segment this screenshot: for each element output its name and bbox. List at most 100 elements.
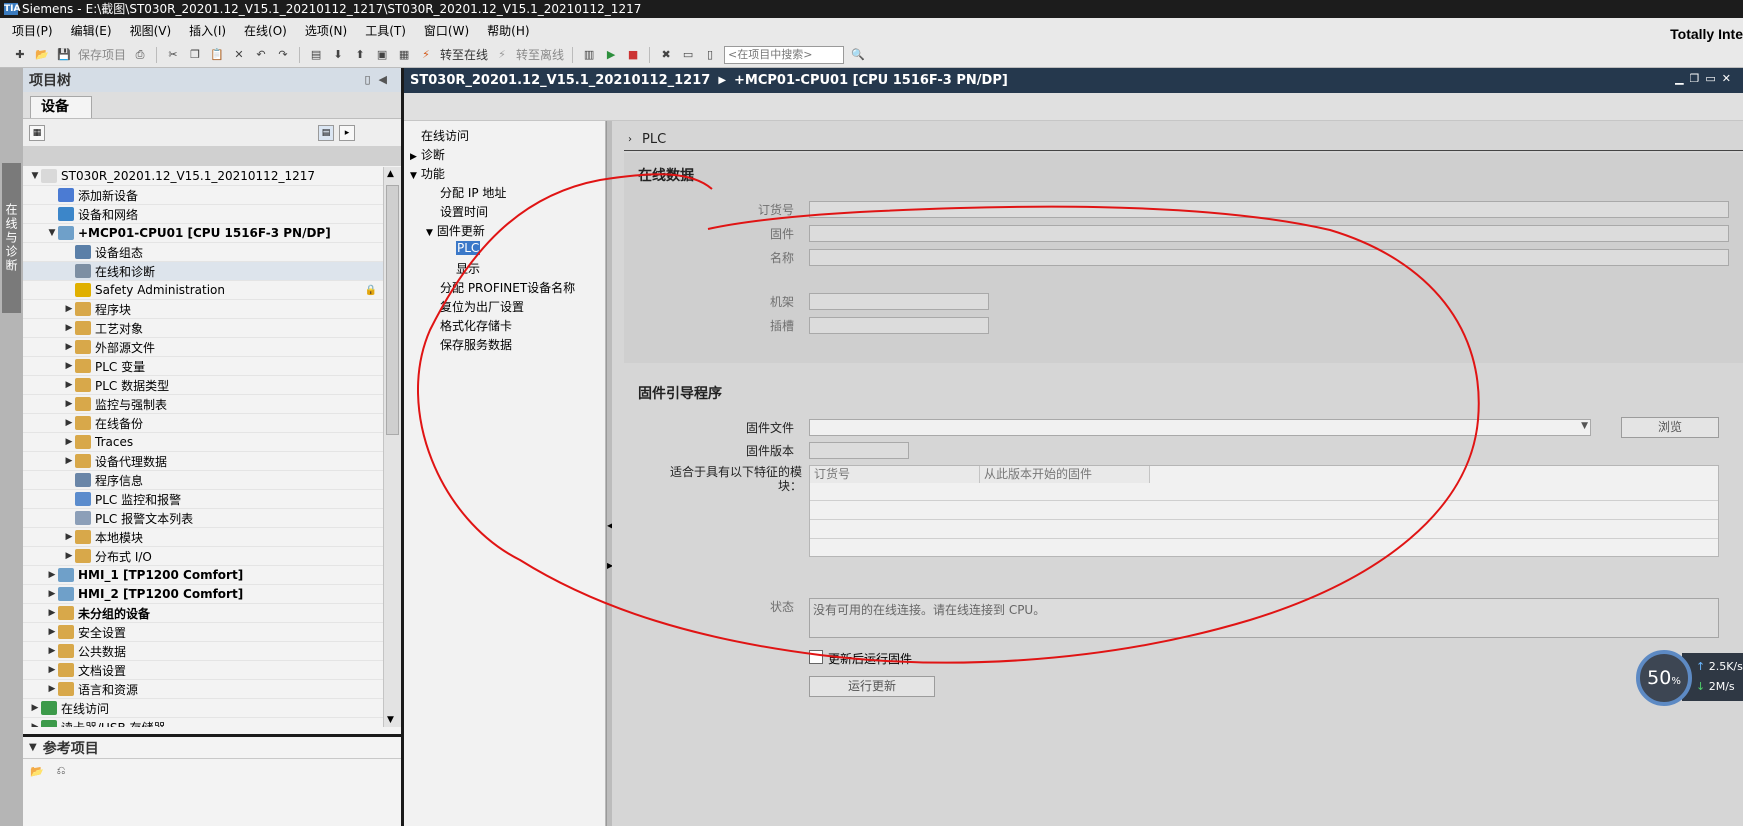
paste-icon[interactable]: 📋 <box>209 47 225 63</box>
expand-icon[interactable]: ▶ <box>63 361 75 371</box>
cross-reference-icon[interactable]: ✖ <box>658 47 674 63</box>
add-element-icon[interactable]: ▸ <box>339 125 355 141</box>
save-icon[interactable]: 💾 <box>56 47 72 63</box>
scroll-up-icon[interactable]: ▲ <box>387 169 394 179</box>
online-diagnostics-vertical-tab[interactable]: 在线与诊断 <box>2 163 21 313</box>
stop-cpu-icon[interactable]: ■ <box>625 47 641 63</box>
delete-icon[interactable]: ✕ <box>231 47 247 63</box>
nav-format-memory-card[interactable]: 格式化存储卡 <box>440 317 512 334</box>
tree-item[interactable]: ▶ 未分组的设备 <box>23 604 383 623</box>
expand-icon[interactable]: ▶ <box>63 380 75 390</box>
stop-simulation-icon[interactable]: ▦ <box>396 47 412 63</box>
run-after-update-checkbox[interactable] <box>809 650 823 664</box>
col-order-number[interactable]: 订货号 <box>810 466 980 483</box>
tree-item[interactable]: 设备组态 <box>23 243 383 262</box>
tree-item[interactable]: ▶ 工艺对象 <box>23 319 383 338</box>
scroll-down-icon[interactable]: ▼ <box>387 715 394 725</box>
nav-diagnostics[interactable]: ▶ 诊断 <box>410 146 445 163</box>
compile-icon[interactable]: ▤ <box>308 47 324 63</box>
expand-icon[interactable]: ▶ <box>46 608 58 618</box>
expand-icon[interactable]: ▶ <box>63 456 75 466</box>
expand-icon[interactable]: ▶ <box>46 665 58 675</box>
expand-icon[interactable]: ▶ <box>63 304 75 314</box>
tree-item[interactable]: ▶ 公共数据 <box>23 642 383 661</box>
menu-help[interactable]: 帮助(H) <box>487 22 529 39</box>
tree-item[interactable]: ▼ +MCP01-CPU01 [CPU 1516F-3 PN/DP] <box>23 224 383 243</box>
table-view-icon[interactable]: ▤ <box>318 125 334 141</box>
tab-devices[interactable]: 设备 <box>30 96 92 118</box>
upload-icon[interactable]: ⬆ <box>352 47 368 63</box>
tree-item[interactable]: ▶ 设备代理数据 <box>23 452 383 471</box>
tree-item[interactable]: ▶ HMI_1 [TP1200 Comfort] <box>23 566 383 585</box>
collapse-icon[interactable]: ▼ <box>46 228 58 238</box>
suitable-modules-table[interactable]: 订货号 从此版本开始的固件 <box>809 465 1719 557</box>
tree-item[interactable]: ▶ 文档设置 <box>23 661 383 680</box>
tree-item[interactable]: ▶ 程序块 <box>23 300 383 319</box>
expand-icon[interactable]: ▶ <box>63 399 75 409</box>
project-search-input[interactable]: <在项目中搜索> <box>724 45 845 64</box>
go-online-button[interactable]: 转至在线 <box>440 46 488 63</box>
nav-save-service-data[interactable]: 保存服务数据 <box>440 336 512 353</box>
tree-item[interactable]: PLC 报警文本列表 <box>23 509 383 528</box>
nav-fw-plc[interactable]: PLC <box>456 241 481 255</box>
tree-item[interactable]: ▶ 在线访问 <box>23 699 383 718</box>
go-online-icon[interactable]: ⚡ <box>418 47 434 63</box>
collapse-icon[interactable]: ▼ <box>29 171 41 181</box>
expand-icon[interactable]: ▶ <box>46 684 58 694</box>
tree-item[interactable]: PLC 监控和报警 <box>23 490 383 509</box>
tree-item[interactable]: ▶ 语言和资源 <box>23 680 383 699</box>
nav-assign-profinet-name[interactable]: 分配 PROFINET设备名称 <box>440 279 575 296</box>
window-controls-icon[interactable]: ▁❐▭✕ <box>1675 72 1737 85</box>
menu-online[interactable]: 在线(O) <box>244 22 287 39</box>
close-reference-icon[interactable]: ⎌ <box>53 763 69 779</box>
col-from-fw-version[interactable]: 从此版本开始的固件 <box>980 466 1150 483</box>
tree-item[interactable]: ▶ 分布式 I/O <box>23 547 383 566</box>
tree-item[interactable]: ▶ PLC 数据类型 <box>23 376 383 395</box>
tree-item[interactable]: ▶ 外部源文件 <box>23 338 383 357</box>
chevron-right-icon[interactable]: › <box>628 134 632 145</box>
collapse-chevron-icon[interactable]: ▼ <box>29 742 37 753</box>
simulation-icon[interactable]: ▣ <box>374 47 390 63</box>
nav-online-access[interactable]: 在线访问 <box>421 127 469 144</box>
tree-item[interactable]: Safety Administration 🔒 <box>23 281 383 300</box>
search-icon[interactable]: 🔍 <box>850 47 866 63</box>
go-offline-icon[interactable]: ⚡ <box>494 47 510 63</box>
tree-item[interactable]: ▶ 在线备份 <box>23 414 383 433</box>
breadcrumb-project[interactable]: ST030R_20201.12_V15.1_20210112_1217 <box>410 73 710 88</box>
tree-item[interactable]: 程序信息 <box>23 471 383 490</box>
tree-item[interactable]: ▼ ST030R_20201.12_V15.1_20210112_1217 <box>23 167 383 186</box>
dropdown-arrow-icon[interactable]: ▼ <box>1581 421 1588 431</box>
nav-functions[interactable]: ▼ 功能 <box>410 165 445 182</box>
expand-icon[interactable]: ▶ <box>63 551 75 561</box>
nav-fw-display[interactable]: 显示 <box>456 260 480 277</box>
redo-icon[interactable]: ↷ <box>275 47 291 63</box>
nav-assign-ip[interactable]: 分配 IP 地址 <box>440 184 506 201</box>
expand-icon[interactable]: ▶ <box>29 703 41 713</box>
save-project-button[interactable]: 保存项目 <box>78 46 126 63</box>
go-offline-button[interactable]: 转至离线 <box>516 46 564 63</box>
tree-item[interactable]: 设备和网络 <box>23 205 383 224</box>
menu-edit[interactable]: 编辑(E) <box>71 22 112 39</box>
reference-projects-header[interactable]: ▼ 参考项目 <box>23 737 401 759</box>
cut-icon[interactable]: ✂ <box>165 47 181 63</box>
tree-scroll-thumb[interactable] <box>386 185 399 435</box>
expand-icon[interactable]: ▶ <box>29 722 41 727</box>
tree-item[interactable]: ▶ HMI_2 [TP1200 Comfort] <box>23 585 383 604</box>
firmware-file-combobox[interactable]: ▼ <box>809 419 1591 436</box>
tree-item[interactable]: ▶ 监控与强制表 <box>23 395 383 414</box>
expand-icon[interactable]: ▶ <box>63 342 75 352</box>
tree-item[interactable]: 在线和诊断 <box>23 262 383 281</box>
new-project-icon[interactable]: ✚ <box>12 47 28 63</box>
print-icon[interactable]: ⎙ <box>132 47 148 63</box>
run-update-button[interactable]: 运行更新 <box>809 676 935 697</box>
split-vertical-icon[interactable]: ▯ <box>702 47 718 63</box>
menu-window[interactable]: 窗口(W) <box>424 22 469 39</box>
nav-firmware-update[interactable]: ▼ 固件更新 <box>426 222 485 239</box>
tree-scrollbar[interactable]: ▲ ▼ <box>383 167 401 727</box>
download-icon[interactable]: ⬇ <box>330 47 346 63</box>
tree-item[interactable]: ▶ PLC 变量 <box>23 357 383 376</box>
nav-factory-reset[interactable]: 复位为出厂设置 <box>440 298 524 315</box>
undo-icon[interactable]: ↶ <box>253 47 269 63</box>
expand-icon[interactable]: ▶ <box>46 646 58 656</box>
start-cpu-icon[interactable]: ▶ <box>603 47 619 63</box>
